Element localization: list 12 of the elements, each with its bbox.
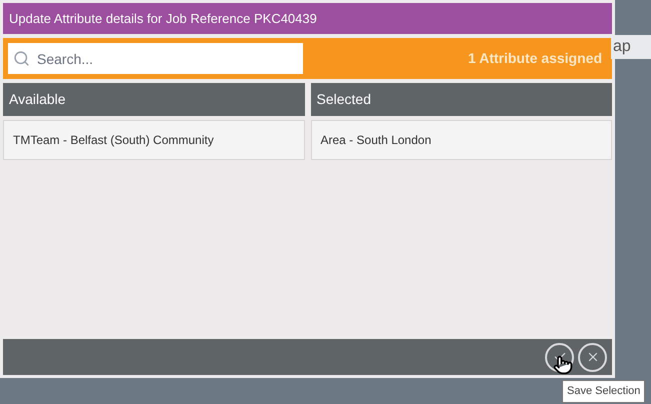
attribute-item[interactable]: TMTeam - Belfast (South) Community [3,120,304,160]
background-text: ap [611,35,651,59]
attribute-item[interactable]: Area - South London [310,120,612,160]
assigned-count: 1 Attribute assigned [468,49,603,68]
cursor-icon [553,355,573,375]
column-header: Selected [310,83,612,116]
search-field[interactable]: Search... [8,43,303,74]
close-button[interactable] [578,342,607,372]
tooltip: Save Selection [562,380,646,402]
window-title: Update Attribute details for Job Reference PKC40439 [3,3,612,34]
column-header: Available [3,83,304,116]
search-icon [13,50,30,67]
